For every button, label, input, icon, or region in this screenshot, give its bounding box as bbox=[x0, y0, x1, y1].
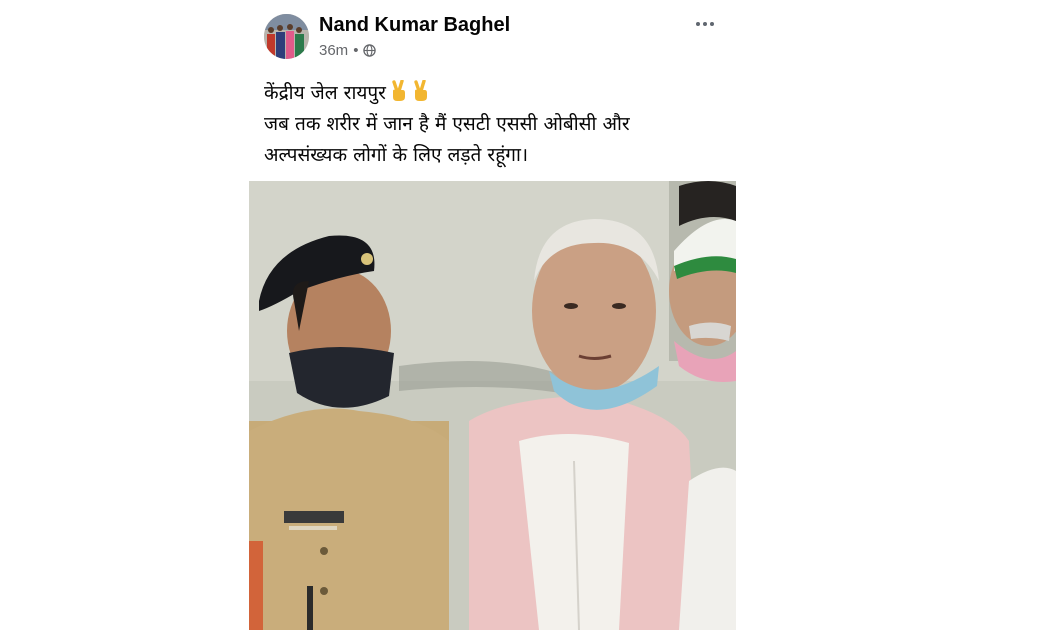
more-options-icon[interactable] bbox=[691, 14, 719, 34]
author-avatar[interactable] bbox=[264, 14, 309, 59]
author-name[interactable]: Nand Kumar Baghel bbox=[319, 14, 510, 37]
meta-separator: • bbox=[353, 42, 359, 59]
post-text-line: जब तक शरीर में जान है मैं एसटी एससी ओबीस… bbox=[264, 113, 630, 135]
globe-icon[interactable] bbox=[363, 44, 377, 57]
victory-hand-icon bbox=[390, 79, 408, 102]
post-text-line: केंद्रीय जेल रायपुर bbox=[264, 78, 724, 109]
victory-hand-icon bbox=[412, 79, 430, 102]
post-timestamp[interactable]: 36m bbox=[319, 42, 348, 59]
post-meta: 36m • bbox=[319, 42, 377, 59]
post-photo-image[interactable] bbox=[249, 181, 736, 630]
post-text-line: अल्पसंख्यक लोगों के लिए लड़ते रहूंगा। bbox=[264, 144, 529, 166]
post-header: Nand Kumar Baghel 36m • bbox=[249, 8, 736, 66]
post-card: Nand Kumar Baghel 36m • केंद्रीय जेल राय… bbox=[249, 0, 736, 630]
post-text: केंद्रीय जेल रायपुर जब तक शरीर में जान ह… bbox=[264, 78, 724, 171]
